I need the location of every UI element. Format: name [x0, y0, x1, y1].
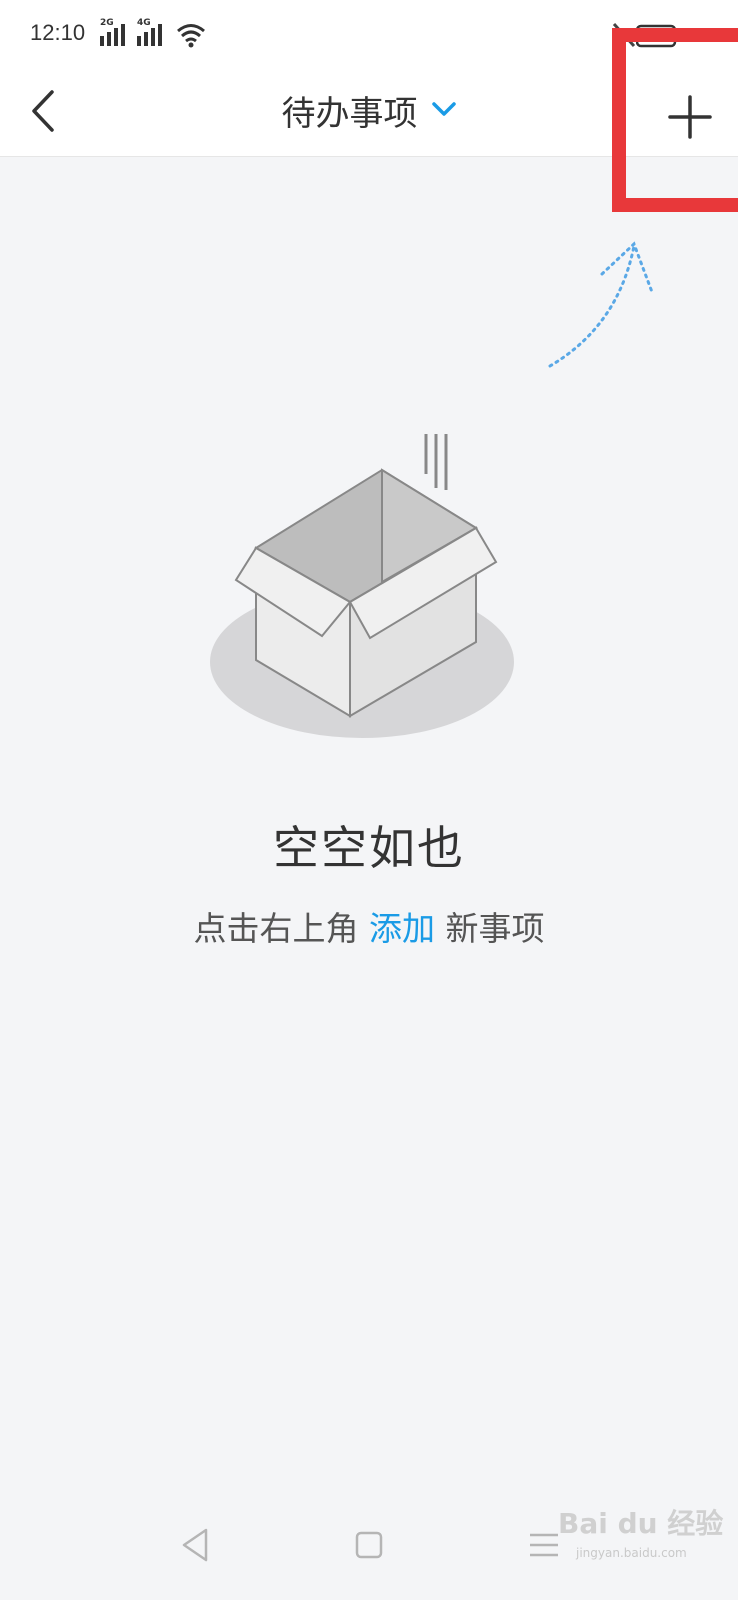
baidu-jingyan-watermark: Bai du 经验 jingyan.baidu.com [558, 1502, 728, 1572]
wifi-icon [176, 22, 206, 52]
clock: 12:10 [30, 20, 86, 45]
dotted-arrow-icon [548, 236, 668, 376]
watermark-url: jingyan.baidu.com [576, 1546, 687, 1560]
watermark-brand: Bai du 经验 [558, 1507, 724, 1540]
add-link[interactable]: 添加 [369, 909, 435, 948]
page-title: 待办事项 [281, 94, 418, 134]
signal-2g-icon: 2G [100, 18, 130, 52]
triangle-back-icon [182, 1528, 208, 1562]
nav-back-button[interactable] [172, 1520, 222, 1570]
nav-home-button[interactable] [344, 1520, 394, 1570]
square-home-icon [355, 1531, 383, 1559]
highlight-annotation-box [612, 28, 738, 212]
chevron-down-icon [431, 101, 457, 121]
signal-4g-icon: 4G [137, 18, 167, 52]
desc-prefix: 点击右上角 [193, 909, 369, 948]
empty-state-title: 空空如也 [273, 821, 465, 875]
empty-box-icon [206, 430, 536, 760]
empty-state-description: 点击右上角 添加 新事项 [0, 902, 738, 950]
desc-suffix: 新事项 [435, 909, 545, 948]
